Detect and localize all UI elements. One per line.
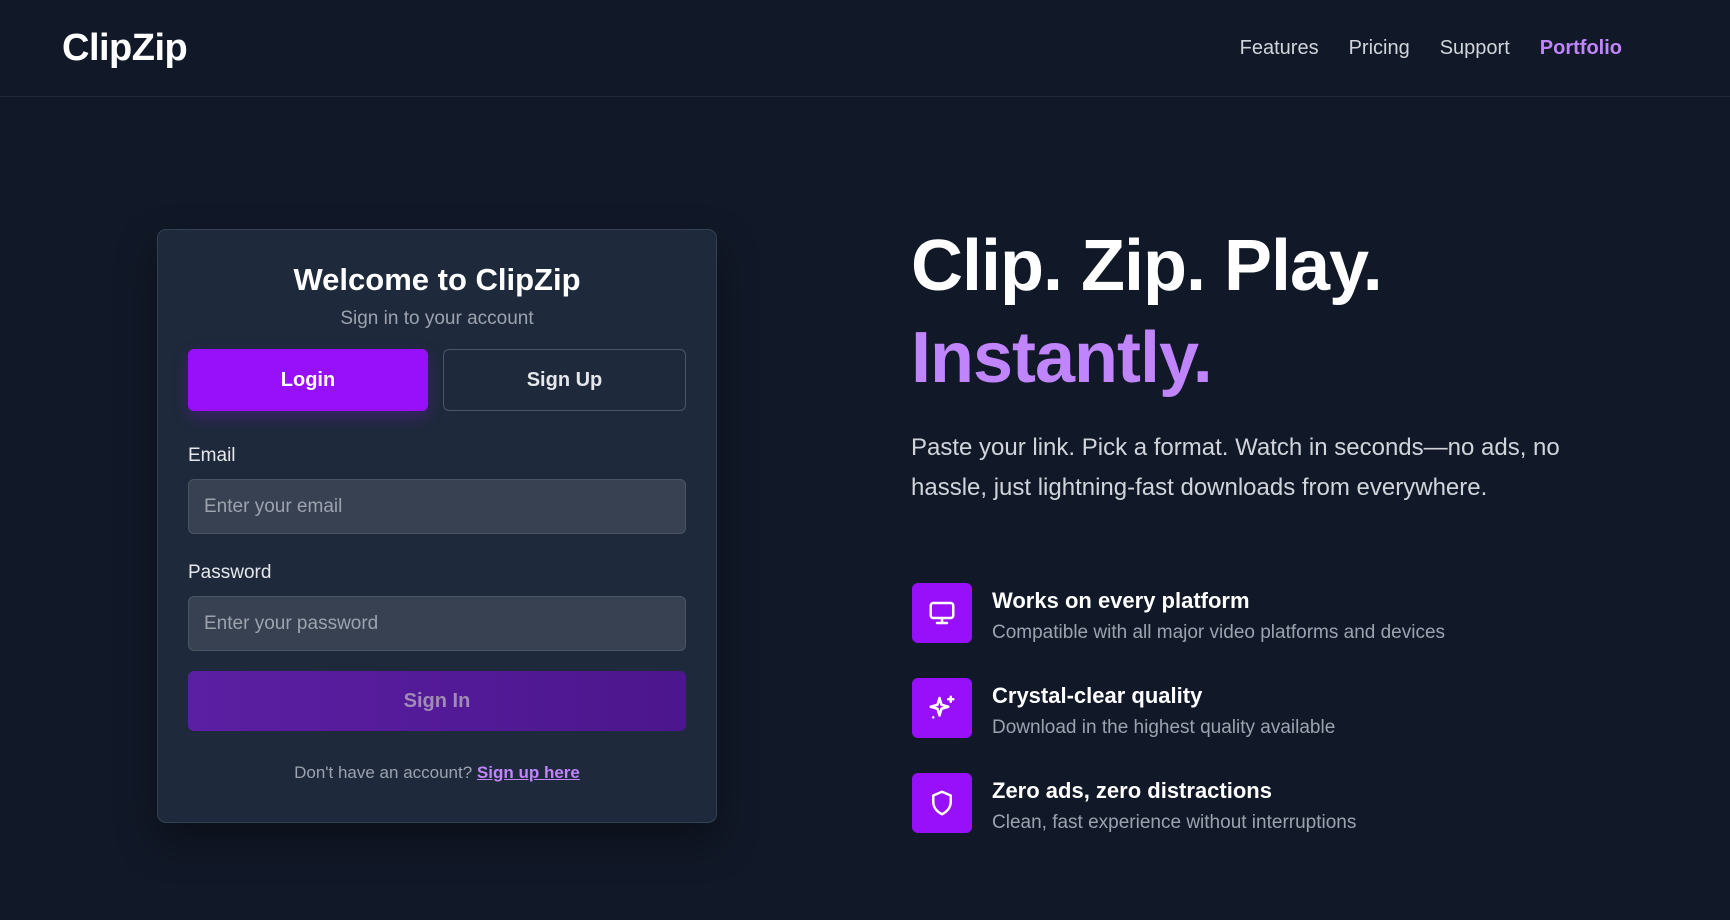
auth-tabs: Login Sign Up	[188, 349, 686, 411]
feature-description: Clean, fast experience without interrupt…	[992, 812, 1357, 833]
tab-signup[interactable]: Sign Up	[443, 349, 686, 411]
feature-item: Crystal-clear quality Download in the hi…	[912, 678, 1632, 773]
nav-portfolio-link[interactable]: Portfolio	[1540, 37, 1622, 60]
feature-description: Download in the highest quality availabl…	[992, 717, 1336, 738]
login-card-subtitle: Sign in to your account	[340, 308, 534, 329]
logo[interactable]: ClipZip	[62, 27, 188, 70]
login-card: Welcome to ClipZip Sign in to your accou…	[157, 229, 717, 823]
feature-title: Crystal-clear quality	[992, 683, 1203, 708]
email-label: Email	[188, 445, 236, 466]
feature-description: Compatible with all major video platform…	[992, 622, 1446, 643]
email-field[interactable]	[188, 479, 686, 534]
site-header: ClipZip Features Pricing Support Portfol…	[0, 0, 1730, 97]
page: ClipZip Features Pricing Support Portfol…	[0, 0, 1730, 920]
tab-login[interactable]: Login	[188, 349, 428, 411]
login-card-title: Welcome to ClipZip	[293, 262, 581, 297]
feature-title: Zero ads, zero distractions	[992, 778, 1272, 803]
feature-item: Works on every platform Compatible with …	[912, 583, 1632, 678]
sign-in-button[interactable]: Sign In	[188, 671, 686, 731]
feature-title: Works on every platform	[992, 588, 1250, 613]
feature-item: Zero ads, zero distractions Clean, fast …	[912, 773, 1632, 868]
hero: Clip. Zip. Play. Instantly. Paste your l…	[911, 222, 1631, 508]
signup-prompt: Don't have an account? Sign up here	[188, 763, 686, 783]
signup-prompt-text: Don't have an account?	[294, 763, 473, 782]
monitor-icon	[912, 583, 972, 643]
top-nav: Features Pricing Support Portfolio	[1240, 37, 1622, 60]
hero-headline: Clip. Zip. Play.	[911, 226, 1383, 306]
signup-link[interactable]: Sign up here	[477, 763, 580, 782]
hero-headline-accent: Instantly.	[911, 318, 1213, 398]
feature-list: Works on every platform Compatible with …	[912, 583, 1632, 868]
nav-pricing-link[interactable]: Pricing	[1349, 37, 1410, 60]
nav-features-link[interactable]: Features	[1240, 37, 1319, 60]
password-label: Password	[188, 562, 272, 583]
shield-icon	[912, 773, 972, 833]
nav-support-link[interactable]: Support	[1440, 37, 1510, 60]
hero-description: Paste your link. Pick a format. Watch in…	[911, 434, 1560, 501]
sparkles-icon	[912, 678, 972, 738]
password-field[interactable]	[188, 596, 686, 651]
